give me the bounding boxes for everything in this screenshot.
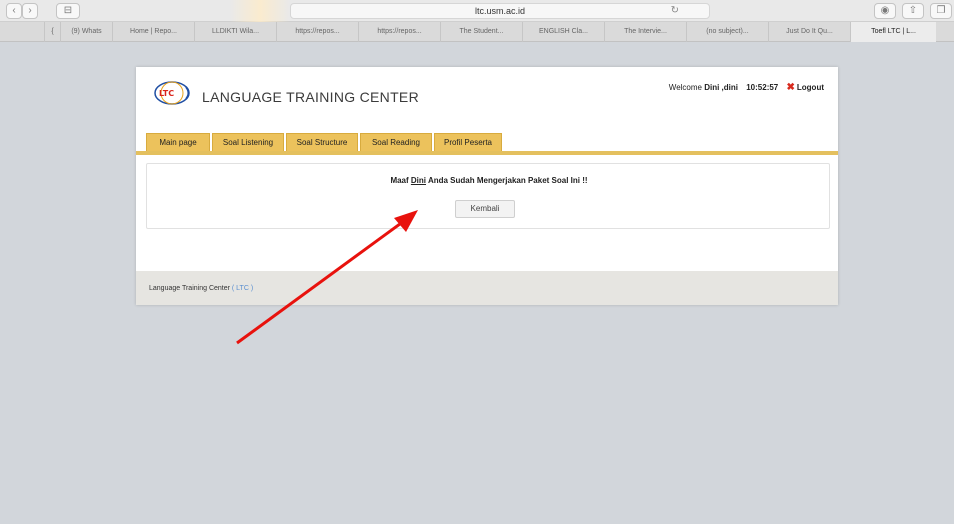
ltc-logo: LTC bbox=[154, 81, 190, 105]
url-text: ltc.usm.ac.id bbox=[474, 6, 525, 16]
page-card: LTC LANGUAGE TRAINING CENTER Welcome Din… bbox=[136, 67, 838, 305]
tab-profil-peserta[interactable]: Profil Peserta bbox=[434, 133, 502, 153]
browser-tab-active[interactable]: Toefl LTC | L... bbox=[850, 22, 936, 42]
chevron-right-icon: › bbox=[28, 5, 32, 16]
nav-underline bbox=[136, 151, 838, 155]
browser-tabbar: { (9) Whats Home | Repo... LLDIKTI Wila.… bbox=[0, 22, 954, 42]
reader-icon: ◉ bbox=[880, 5, 890, 16]
browser-tab[interactable]: https://repos... bbox=[358, 22, 440, 42]
forward-button[interactable]: › bbox=[22, 3, 38, 19]
message-suffix: Anda Sudah Mengerjakan Paket Soal Ini !! bbox=[427, 176, 588, 185]
clock-time: 10:52:57 bbox=[746, 83, 779, 92]
share-button[interactable]: ⇧ bbox=[902, 3, 924, 19]
browser-tab[interactable]: { bbox=[44, 22, 60, 42]
reader-button[interactable]: ◉ bbox=[874, 3, 896, 19]
message-text: Maaf Dini Anda Sudah Mengerjakan Paket S… bbox=[147, 176, 831, 185]
tab-main-page[interactable]: Main page bbox=[146, 133, 210, 153]
footer-ltc-link[interactable]: ( LTC ) bbox=[232, 285, 253, 292]
message-prefix: Maaf bbox=[390, 176, 409, 185]
back-button[interactable]: ‹ bbox=[6, 3, 22, 19]
browser-toolbar: ‹ › ⊟ ltc.usm.ac.id ↻ ◉ ⇧ ❐ bbox=[0, 0, 954, 22]
brand-title: LANGUAGE TRAINING CENTER bbox=[202, 89, 419, 105]
footer-label: Language Training Center bbox=[149, 285, 230, 292]
welcome-label: Welcome bbox=[668, 83, 702, 92]
browser-tab[interactable]: https://repos... bbox=[276, 22, 358, 42]
sidebar-button[interactable]: ⊟ bbox=[56, 3, 80, 19]
browser-tab[interactable]: ENGLISH Cla... bbox=[522, 22, 604, 42]
browser-tab[interactable]: (9) Whats bbox=[60, 22, 112, 42]
browser-tab[interactable]: The Student... bbox=[440, 22, 522, 42]
reload-icon[interactable]: ↻ bbox=[671, 4, 679, 18]
svg-text:LTC: LTC bbox=[159, 89, 174, 98]
browser-tab[interactable]: Home | Repo... bbox=[112, 22, 194, 42]
footer: Language Training Center ( LTC ) bbox=[136, 271, 838, 305]
welcome-bar: Welcome Dini ,dini 10:52:57 ✖ Logout bbox=[669, 82, 824, 93]
logout-link[interactable]: Logout bbox=[797, 83, 824, 92]
browser-tab[interactable]: The Intervie... bbox=[604, 22, 686, 42]
browser-tab[interactable]: Just Do It Qu... bbox=[768, 22, 850, 42]
tab-soal-listening[interactable]: Soal Listening bbox=[212, 133, 284, 153]
close-x-icon[interactable]: ✖ bbox=[787, 82, 795, 93]
browser-tab[interactable]: LLDIKTI Wila... bbox=[194, 22, 276, 42]
share-icon: ⇧ bbox=[908, 5, 918, 16]
tab-soal-reading[interactable]: Soal Reading bbox=[360, 133, 432, 153]
address-bar[interactable]: ltc.usm.ac.id ↻ bbox=[290, 3, 710, 19]
kembali-button[interactable]: Kembali bbox=[455, 200, 515, 218]
tab-soal-structure[interactable]: Soal Structure bbox=[286, 133, 358, 153]
browser-tab[interactable]: (no subject)... bbox=[686, 22, 768, 42]
message-name: Dini bbox=[410, 176, 427, 185]
tabs-overview-button[interactable]: ❐ bbox=[930, 3, 952, 19]
chevron-left-icon: ‹ bbox=[12, 5, 16, 16]
user-name: Dini ,dini bbox=[704, 83, 738, 92]
decorative-streak bbox=[230, 0, 290, 22]
footer-text: Language Training Center ( LTC ) bbox=[149, 285, 253, 292]
tabs-icon: ❐ bbox=[936, 5, 946, 16]
message-box: Maaf Dini Anda Sudah Mengerjakan Paket S… bbox=[146, 163, 830, 229]
sidebar-icon: ⊟ bbox=[63, 5, 73, 16]
